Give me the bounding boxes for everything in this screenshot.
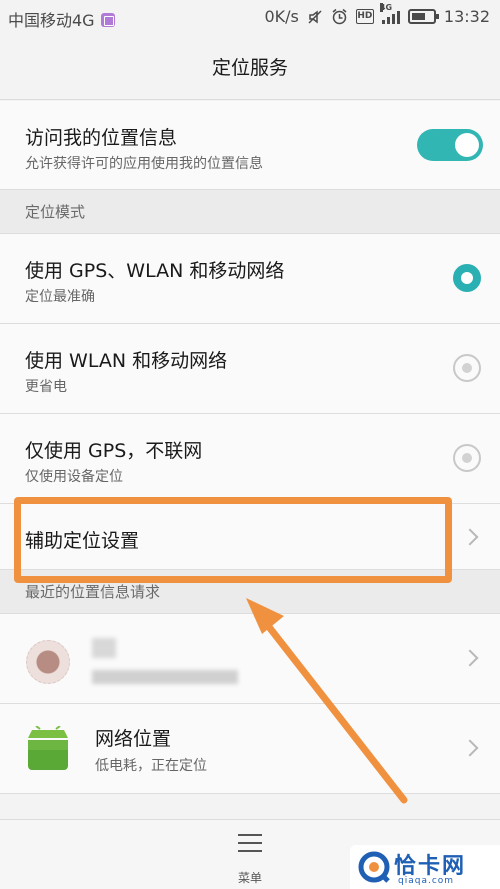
chevron-right-icon — [461, 739, 479, 757]
location-access-title: 访问我的位置信息 — [25, 127, 178, 149]
location-access-subtitle: 允许获得许可的应用使用我的位置信息 — [25, 156, 263, 172]
watermark-url: qiaqa.com — [398, 876, 455, 886]
recent-item-subtitle: 低电耗，正在定位 — [95, 758, 207, 774]
recent-request-item[interactable] — [0, 614, 500, 704]
hd-badge: HD — [355, 9, 374, 24]
mode-title: 使用 GPS、WLAN 和移动网络 — [25, 260, 285, 282]
status-bar: 中国移动4G 0K/s HD 4G 13:32 — [0, 0, 500, 36]
mute-icon — [308, 9, 322, 24]
android-robot-icon — [28, 726, 68, 770]
mode-radio-high-accuracy[interactable] — [453, 264, 481, 292]
mode-title: 仅使用 GPS，不联网 — [25, 440, 203, 462]
highlight-box — [14, 497, 452, 583]
mode-option-device-only[interactable]: 仅使用 GPS，不联网 仅使用设备定位 — [0, 414, 500, 504]
watermark: 恰卡网 qiaqa.com — [350, 845, 500, 889]
watermark-logo-icon — [358, 851, 390, 883]
section-header-mode: 定位模式 — [0, 190, 500, 234]
network-speed: 0K/s — [264, 7, 299, 26]
network-type-label: 4G — [379, 3, 393, 12]
mode-subtitle: 更省电 — [25, 379, 67, 395]
alarm-icon — [332, 8, 347, 25]
clock: 13:32 — [443, 7, 490, 26]
mode-option-battery-saving[interactable]: 使用 WLAN 和移动网络 更省电 — [0, 324, 500, 414]
menu-icon[interactable] — [238, 834, 262, 852]
blurred-app-detail — [92, 670, 238, 684]
page-title: 定位服务 — [0, 36, 500, 100]
chevron-right-icon — [461, 528, 479, 546]
mode-title: 使用 WLAN 和移动网络 — [25, 350, 228, 372]
mode-option-high-accuracy[interactable]: 使用 GPS、WLAN 和移动网络 定位最准确 — [0, 234, 500, 324]
mode-radio-battery-saving[interactable] — [453, 354, 481, 382]
gallery-notification-icon — [100, 13, 115, 27]
blurred-app-name — [92, 638, 116, 658]
mode-subtitle: 定位最准确 — [25, 289, 95, 305]
mode-radio-device-only[interactable] — [453, 444, 481, 472]
location-access-toggle[interactable] — [417, 129, 483, 161]
recent-request-network-location[interactable]: 网络位置 低电耗，正在定位 — [0, 704, 500, 794]
recent-item-title: 网络位置 — [95, 728, 172, 750]
toggle-knob — [455, 133, 479, 157]
mode-subtitle: 仅使用设备定位 — [25, 469, 123, 485]
battery-icon — [407, 9, 439, 24]
location-access-row[interactable]: 访问我的位置信息 允许获得许可的应用使用我的位置信息 — [0, 101, 500, 190]
app-avatar — [26, 640, 70, 684]
chevron-right-icon — [461, 649, 479, 667]
carrier-label: 中国移动4G — [8, 11, 95, 30]
signal-icon: 4G — [379, 3, 400, 24]
